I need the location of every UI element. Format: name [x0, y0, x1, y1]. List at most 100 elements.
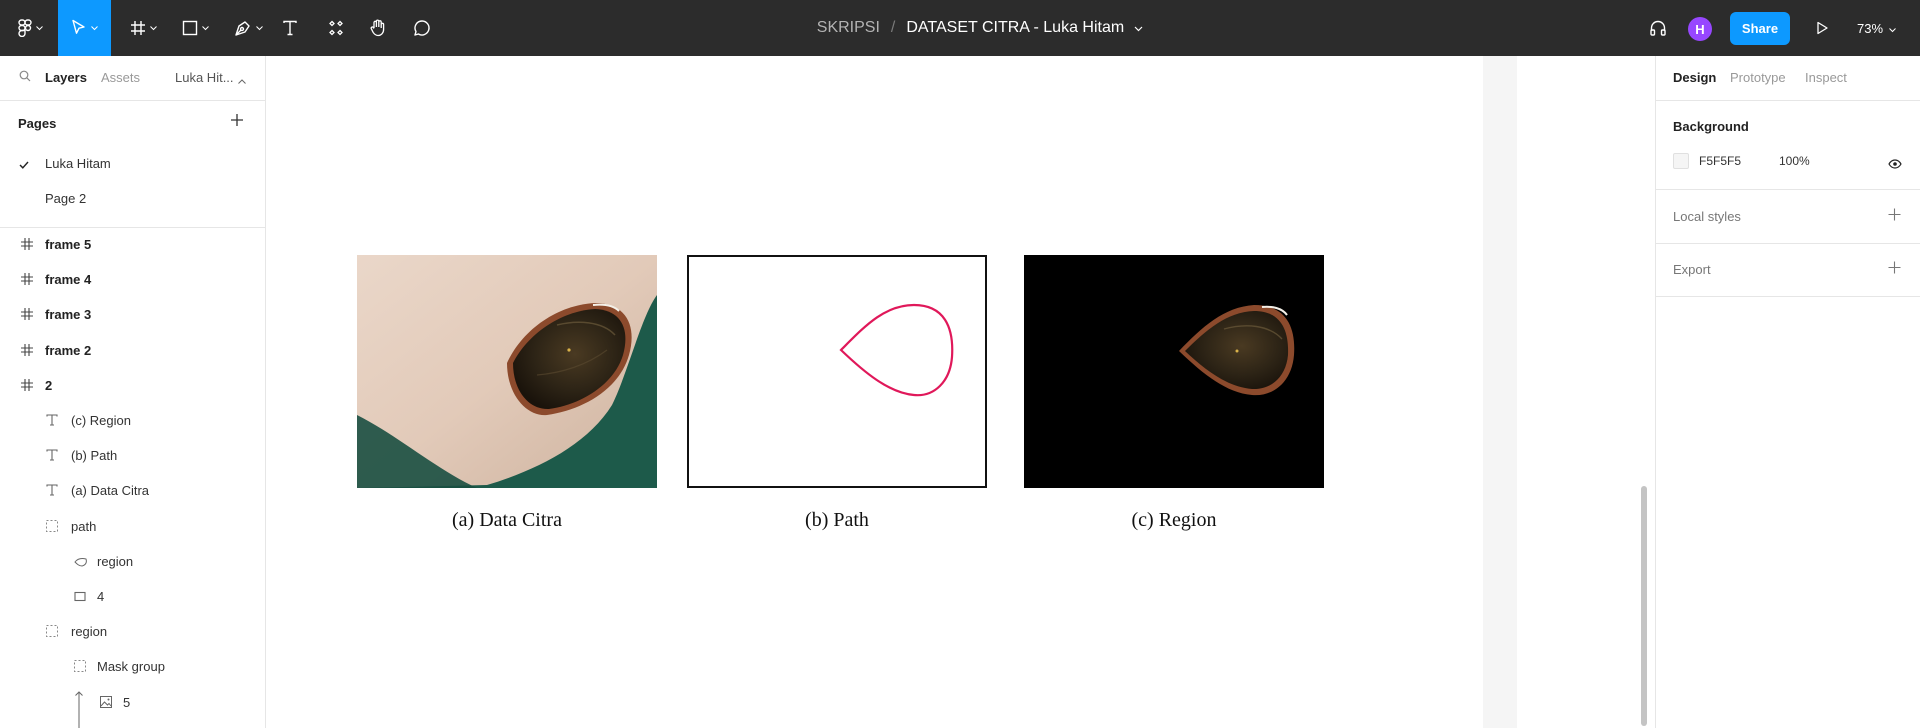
main-menu-button[interactable] — [8, 0, 52, 56]
layer-row[interactable]: (b) Path — [0, 440, 265, 470]
layer-label: frame 3 — [45, 307, 92, 322]
layer-row[interactable]: region — [0, 616, 265, 646]
text-tool-button[interactable] — [280, 0, 300, 56]
layer-row[interactable]: frame 4 — [0, 264, 265, 294]
check-icon — [19, 157, 29, 172]
region-image[interactable] — [1024, 255, 1324, 488]
caption-a: (a) Data Citra — [452, 509, 562, 531]
add-export-icon[interactable] — [1888, 261, 1901, 279]
caption-c: (c) Region — [1131, 509, 1217, 531]
data-citra-image[interactable] — [357, 255, 657, 488]
shape-tool-button[interactable] — [173, 0, 217, 56]
pen-tool-icon — [234, 19, 252, 37]
text-tool-icon — [282, 20, 298, 36]
group-icon — [46, 625, 58, 640]
layer-row[interactable]: path — [0, 511, 265, 541]
share-button[interactable]: Share — [1730, 12, 1790, 45]
chevron-down-icon — [201, 25, 209, 31]
text-icon — [46, 449, 58, 464]
chevron-down-icon — [255, 25, 263, 31]
components-button[interactable] — [326, 0, 346, 56]
move-tool-icon — [71, 19, 87, 37]
layer-row[interactable]: frame 2 — [0, 335, 265, 365]
headphones-icon — [1649, 19, 1667, 37]
page-item[interactable]: Luka Hitam — [0, 148, 265, 178]
pen-tool-button[interactable] — [226, 0, 270, 56]
background-color-swatch[interactable] — [1673, 153, 1689, 169]
layer-label: 4 — [97, 589, 105, 604]
local-styles-heading: Local styles — [1673, 209, 1741, 224]
breadcrumb: SKRIPSI / DATASET CITRA - Luka Hitam — [800, 0, 1160, 56]
path-outline — [839, 303, 954, 397]
path-image[interactable] — [687, 255, 987, 488]
hand-tool-icon — [369, 19, 387, 37]
present-button[interactable] — [1812, 0, 1832, 56]
frame-icon — [21, 379, 33, 394]
page-item-label: Page 2 — [45, 191, 87, 206]
layer-label: (a) Data Citra — [71, 483, 150, 498]
layer-label: frame 2 — [45, 343, 92, 358]
image-icon — [100, 696, 112, 711]
vector-icon — [74, 555, 87, 570]
page-item-label: Luka Hitam — [45, 156, 111, 171]
current-page-selector[interactable]: Luka Hit... — [175, 70, 234, 85]
caption-b: (b) Path — [805, 509, 869, 531]
chevron-down-icon[interactable] — [1134, 19, 1143, 37]
audio-button[interactable] — [1646, 0, 1670, 56]
layer-row[interactable]: 5 — [0, 687, 265, 728]
file-name[interactable]: DATASET CITRA - Luka Hitam — [906, 19, 1124, 37]
project-name[interactable]: SKRIPSI — [817, 19, 880, 37]
comment-tool-button[interactable] — [412, 0, 432, 56]
components-icon — [328, 20, 344, 36]
rectangle-icon — [74, 590, 86, 605]
layer-row[interactable]: frame 5 — [0, 229, 265, 259]
layer-row[interactable]: (a) Data Citra — [0, 475, 265, 505]
text-icon — [46, 414, 58, 429]
layer-label: path — [71, 519, 97, 534]
frame-tool-button[interactable] — [121, 0, 165, 56]
layer-row[interactable]: 4 — [0, 581, 265, 611]
properties-panel: Design Prototype Inspect Background F5F5… — [1655, 56, 1920, 728]
layer-label: region — [71, 624, 108, 639]
tab-assets[interactable]: Assets — [101, 70, 140, 85]
tab-prototype[interactable]: Prototype — [1730, 70, 1786, 85]
right-panel-tabs: Design Prototype Inspect — [1656, 56, 1920, 101]
hand-tool-button[interactable] — [368, 0, 388, 56]
tab-inspect[interactable]: Inspect — [1805, 70, 1847, 85]
page-item[interactable]: Page 2 — [0, 183, 265, 213]
background-hex-input[interactable]: F5F5F5 — [1699, 154, 1741, 168]
chevron-down-icon — [149, 25, 157, 31]
layer-row[interactable]: frame 3 — [0, 299, 265, 329]
zoom-level: 73% — [1857, 20, 1884, 36]
eye-icon[interactable] — [1888, 156, 1902, 174]
top-toolbar: SKRIPSI / DATASET CITRA - Luka Hitam H S… — [0, 0, 1920, 56]
background-heading: Background — [1673, 119, 1749, 134]
layer-label: Mask group — [97, 659, 165, 674]
canvas-frame-edge — [1483, 56, 1517, 728]
chevron-down-icon — [1889, 21, 1896, 36]
layer-row[interactable]: Mask group — [0, 651, 265, 681]
chevron-up-icon[interactable] — [238, 72, 246, 87]
background-opacity-input[interactable]: 100% — [1779, 154, 1810, 168]
move-tool-button[interactable] — [58, 0, 111, 56]
chevron-down-icon — [91, 25, 98, 31]
layer-row[interactable]: region — [0, 546, 265, 576]
canvas-scrollbar[interactable] — [1641, 486, 1647, 726]
export-heading: Export — [1673, 262, 1711, 277]
add-style-icon[interactable] — [1888, 208, 1901, 226]
zoom-control[interactable]: 73% — [1857, 0, 1896, 56]
group-icon — [46, 520, 58, 535]
avatar[interactable]: H — [1688, 17, 1712, 41]
text-icon — [46, 484, 58, 499]
divider — [1656, 296, 1920, 297]
add-page-icon[interactable] — [230, 113, 244, 132]
tab-layers[interactable]: Layers — [45, 70, 87, 85]
layer-row[interactable]: (c) Region — [0, 405, 265, 435]
search-icon[interactable] — [19, 70, 31, 85]
canvas[interactable]: (a) Data Citra (b) Path (c) Region — [266, 56, 1655, 728]
layers-panel: Layers Assets Luka Hit... Pages Luka Hit… — [0, 56, 266, 728]
tab-design[interactable]: Design — [1673, 70, 1716, 85]
figma-menu-icon — [17, 19, 32, 37]
layer-label: (b) Path — [71, 448, 118, 463]
layer-row[interactable]: 2 — [0, 370, 265, 400]
